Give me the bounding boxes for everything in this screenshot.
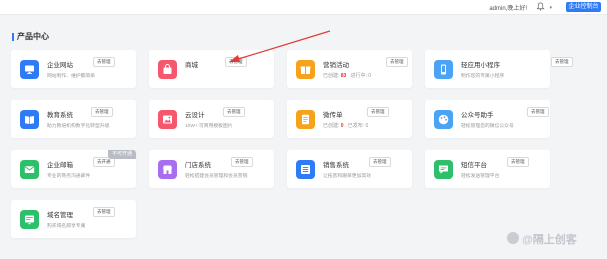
watermark-text: @隔上创客 [522,234,577,246]
annotation-arrow [229,30,331,62]
watermark: @隔上创客 [507,231,593,246]
watermark-logo-icon [507,232,519,244]
